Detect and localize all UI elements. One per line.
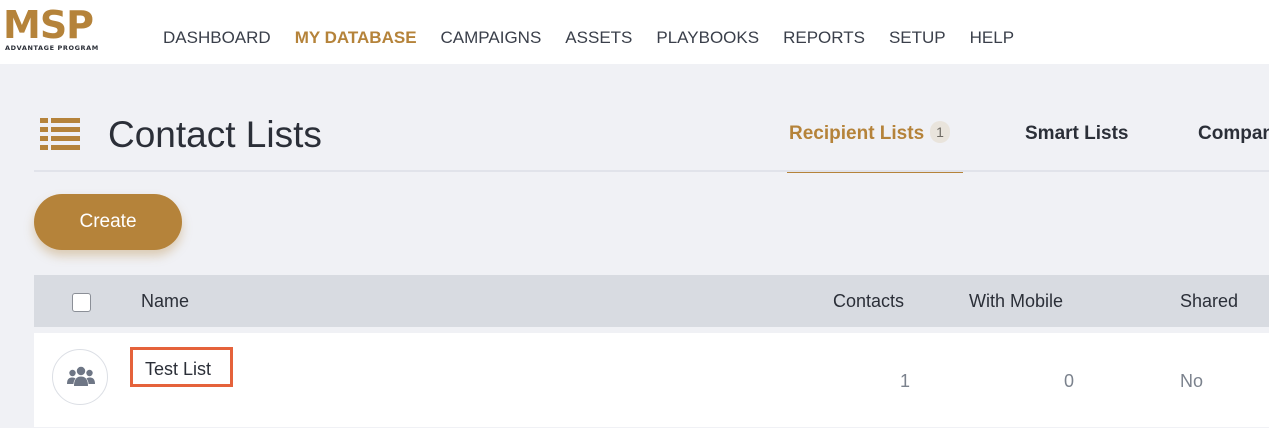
nav-item-campaigns[interactable]: CAMPAIGNS: [441, 27, 542, 49]
list-tabs: Recipient Lists 1 Smart Lists Compan: [787, 120, 1269, 173]
create-button[interactable]: Create: [34, 194, 182, 250]
nav-item-assets[interactable]: ASSETS: [565, 27, 632, 49]
column-header-contacts[interactable]: Contacts: [833, 290, 904, 312]
brand-logo[interactable]: MSP ADVANTAGE PROGRAM: [3, 6, 123, 56]
table-row[interactable]: Test List 1 0 No: [34, 333, 1269, 427]
main-nav: DASHBOARD MY DATABASE CAMPAIGNS ASSETS P…: [163, 27, 1038, 49]
tab-smart-lists[interactable]: Smart Lists: [1025, 120, 1128, 148]
nav-item-reports[interactable]: REPORTS: [783, 27, 865, 49]
logo-wordmark: MSP: [3, 3, 94, 47]
nav-item-help[interactable]: HELP: [970, 27, 1014, 49]
list-icon: [40, 118, 80, 150]
column-header-shared[interactable]: Shared: [1180, 290, 1238, 312]
nav-item-setup[interactable]: SETUP: [889, 27, 946, 49]
with-mobile-count: 0: [1064, 371, 1075, 391]
count-badge: 1: [930, 121, 950, 143]
top-navigation-bar: MSP ADVANTAGE PROGRAM DASHBOARD MY DATAB…: [0, 0, 1269, 64]
list-name[interactable]: Test List: [145, 358, 211, 380]
contact-lists-table: Name Contacts With Mobile Shared Test Li…: [34, 275, 1269, 427]
shared-status: No: [1180, 371, 1204, 391]
select-all-checkbox[interactable]: [72, 293, 91, 312]
group-icon: [52, 349, 108, 405]
column-header-with-mobile[interactable]: With Mobile: [969, 290, 1063, 312]
nav-item-playbooks[interactable]: PLAYBOOKS: [656, 27, 759, 49]
column-header-name[interactable]: Name: [141, 290, 189, 312]
nav-item-my-database[interactable]: MY DATABASE: [295, 27, 417, 49]
tab-recipient-lists[interactable]: Recipient Lists 1: [789, 120, 950, 148]
contacts-count: 1: [900, 371, 911, 391]
table-header: Name Contacts With Mobile Shared: [34, 275, 1269, 327]
page-title: Contact Lists: [108, 114, 322, 155]
tab-companies[interactable]: Compan: [1198, 120, 1269, 148]
list-name-link[interactable]: Test List: [130, 347, 233, 387]
nav-item-dashboard[interactable]: DASHBOARD: [163, 27, 271, 49]
logo-tagline: ADVANTAGE PROGRAM: [5, 44, 99, 52]
tab-label: Recipient Lists: [789, 123, 925, 144]
header-divider: [34, 170, 1269, 172]
